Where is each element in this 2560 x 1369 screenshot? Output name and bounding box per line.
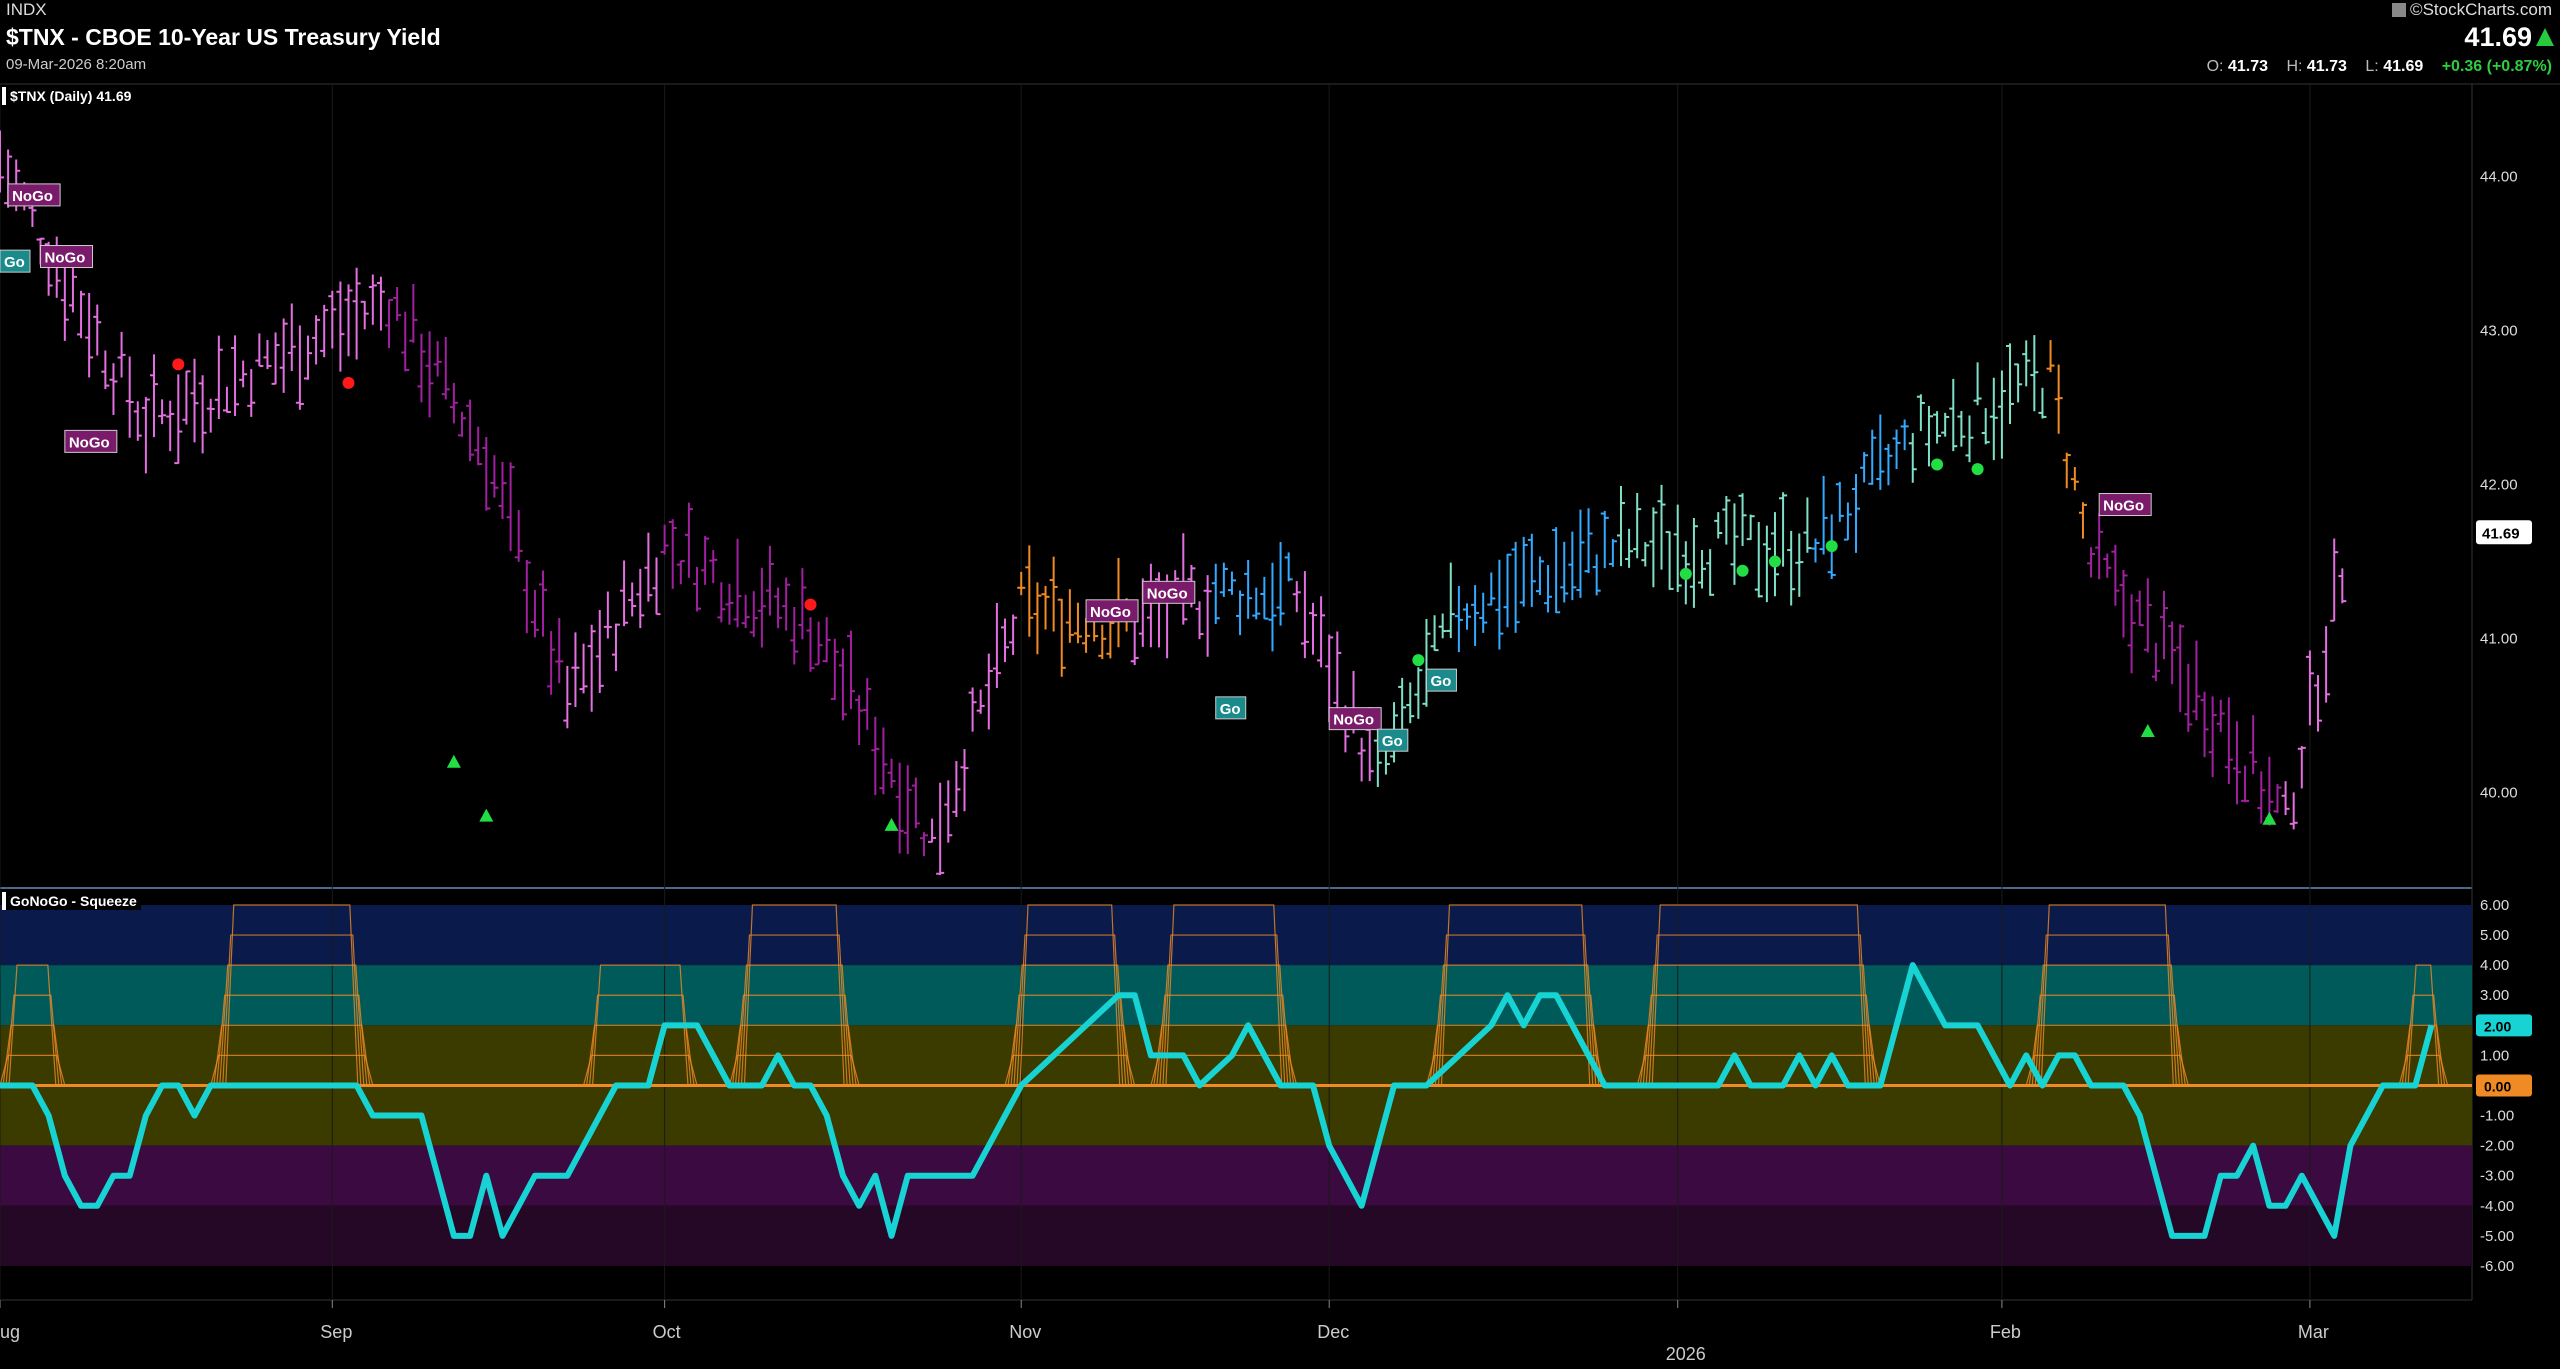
go-countertrend-dot bbox=[1679, 567, 1692, 580]
oscillator-y-tick-label: 5.00 bbox=[2480, 927, 2509, 944]
go-label: Go bbox=[1430, 673, 1451, 690]
oscillator-panel-label: GoNoGo - Squeeze bbox=[2, 892, 141, 910]
go-trend-continuation-triangle bbox=[884, 817, 899, 831]
go-countertrend-dot bbox=[1825, 540, 1838, 553]
price-y-tick-label: 43.00 bbox=[2480, 322, 2518, 339]
x-tick-label: Mar bbox=[2298, 1322, 2329, 1342]
oscillator-y-tick-label: -1.00 bbox=[2480, 1108, 2514, 1125]
oscillator-y-tick-label: -4.00 bbox=[2480, 1198, 2514, 1215]
oscillator-y-tick-label: -3.00 bbox=[2480, 1168, 2514, 1185]
go-countertrend-dot bbox=[1768, 555, 1781, 568]
x-tick-label: Sep bbox=[320, 1322, 352, 1342]
go-countertrend-dot bbox=[1931, 458, 1944, 471]
oscillator-y-tick-label: -6.00 bbox=[2480, 1258, 2514, 1275]
nogo-label: NoGo bbox=[1147, 585, 1188, 602]
go-label: Go bbox=[1220, 701, 1241, 718]
nogo-label: NoGo bbox=[1090, 604, 1131, 621]
nogo-label: NoGo bbox=[2103, 498, 2144, 515]
oscillator-value-tag-text: 2.00 bbox=[2484, 1018, 2511, 1034]
x-tick-label: Nov bbox=[1009, 1322, 1041, 1342]
price-y-tick-label: 42.00 bbox=[2480, 477, 2518, 494]
x-tick-label: 2026 bbox=[1666, 1344, 1706, 1364]
oscillator-y-tick-label: 6.00 bbox=[2480, 897, 2509, 914]
oscillator-y-tick-label: 3.00 bbox=[2480, 987, 2509, 1004]
go-trend-continuation-triangle bbox=[446, 754, 461, 768]
nogo-label: NoGo bbox=[12, 188, 53, 205]
go-countertrend-dot bbox=[1412, 654, 1425, 667]
oscillator-zone-band bbox=[0, 1205, 2472, 1266]
go-countertrend-dot bbox=[1971, 463, 1984, 476]
go-label: Go bbox=[1382, 733, 1403, 750]
x-tick-label: Oct bbox=[653, 1322, 681, 1342]
nogo-label: NoGo bbox=[69, 434, 110, 451]
price-y-tick-label: 41.00 bbox=[2480, 631, 2518, 648]
x-tick-label: Aug bbox=[0, 1322, 20, 1342]
oscillator-y-tick-label: 4.00 bbox=[2480, 957, 2509, 974]
oscillator-y-tick-label: 1.00 bbox=[2480, 1047, 2509, 1064]
price-panel-label: $TNX (Daily) 41.69 bbox=[2, 87, 136, 105]
current-price-tag-text: 41.69 bbox=[2482, 525, 2520, 542]
go-label: Go bbox=[4, 254, 25, 271]
oscillator-zero-tag-text: 0.00 bbox=[2484, 1078, 2511, 1094]
go-countertrend-dot bbox=[1736, 564, 1749, 577]
nogo-countertrend-dot bbox=[342, 376, 355, 389]
x-tick-label: Feb bbox=[1990, 1322, 2021, 1342]
oscillator-zone-band bbox=[0, 1145, 2472, 1206]
x-tick-label: Dec bbox=[1317, 1322, 1349, 1342]
nogo-label: NoGo bbox=[1333, 712, 1374, 729]
nogo-countertrend-dot bbox=[172, 358, 185, 371]
go-trend-continuation-triangle bbox=[479, 808, 494, 822]
oscillator-y-tick-label: -5.00 bbox=[2480, 1228, 2514, 1245]
nogo-countertrend-dot bbox=[804, 598, 817, 611]
oscillator-y-tick-label: -2.00 bbox=[2480, 1138, 2514, 1155]
go-trend-continuation-triangle bbox=[2262, 811, 2277, 825]
price-y-tick-label: 44.00 bbox=[2480, 168, 2518, 185]
go-trend-continuation-triangle bbox=[2140, 723, 2155, 737]
nogo-label: NoGo bbox=[45, 250, 86, 267]
price-y-tick-label: 40.00 bbox=[2480, 785, 2518, 802]
chart-canvas[interactable]: 44.00 43.00 42.00 41.00 40.00 6.00 5.00 4.00 3.0… bbox=[0, 0, 2560, 1369]
